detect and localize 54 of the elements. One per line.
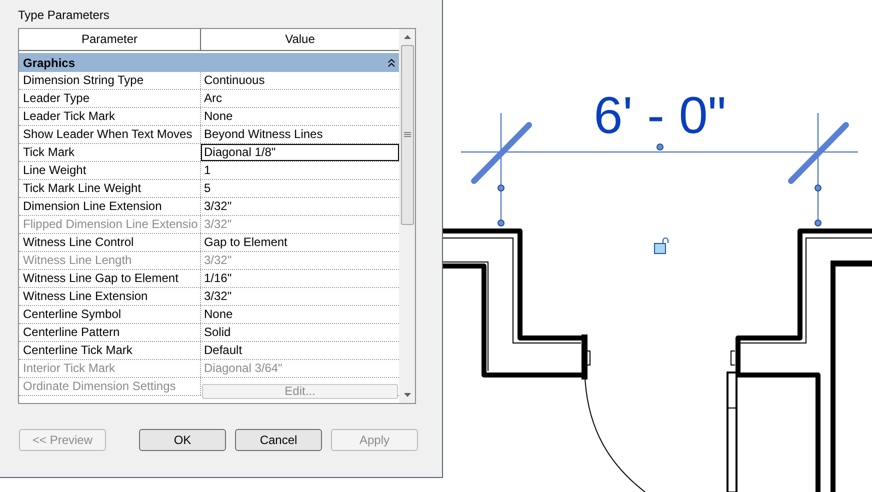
value-cell[interactable]: 1/16" [201, 270, 399, 287]
value-cell[interactable]: 5 [201, 180, 399, 197]
column-header[interactable]: Parameter [19, 29, 201, 50]
collapse-icon[interactable] [388, 58, 395, 66]
section-title: Type Parameters [18, 8, 110, 22]
parameter-cell: Ordinate Dimension Settings [19, 378, 201, 395]
parameter-cell: Tick Mark [19, 144, 201, 161]
parameter-cell: Dimension String Type [19, 72, 201, 89]
parameter-cell: Centerline Symbol [19, 306, 201, 323]
grip-handle[interactable] [814, 220, 822, 226]
scroll-thumb[interactable] [400, 45, 414, 225]
value-cell[interactable]: Diagonal 1/8" [201, 144, 399, 161]
parameter-cell: Flipped Dimension Line Extensio [19, 216, 201, 233]
value-cell[interactable]: Arc [201, 90, 399, 107]
lock-icon[interactable] [654, 238, 668, 254]
grip-handle[interactable] [656, 144, 664, 150]
parameter-cell: Interior Tick Mark [19, 360, 201, 377]
value-cell[interactable]: Gap to Element [201, 234, 399, 251]
group-header[interactable]: Graphics [19, 53, 399, 72]
grip-handle[interactable] [498, 184, 504, 192]
value-cell[interactable]: 3/32" [201, 198, 399, 215]
parameter-cell: Centerline Tick Mark [19, 342, 201, 359]
parameter-cell: Tick Mark Line Weight [19, 180, 201, 197]
scroll-up-icon[interactable] [404, 35, 410, 39]
grip-handle[interactable] [498, 220, 504, 226]
dialog-button[interactable]: Cancel [235, 429, 322, 451]
value-cell[interactable]: 1 [201, 162, 399, 179]
tick-mark [788, 122, 849, 184]
grip-handle[interactable] [814, 184, 822, 192]
value-cell[interactable]: None [201, 108, 399, 125]
value-cell[interactable]: 3/32" [201, 288, 399, 305]
parameter-cell: Show Leader When Text Moves [19, 126, 201, 143]
parameter-cell: Leader Type [19, 90, 201, 107]
grip-icon [404, 132, 410, 138]
scrollbar[interactable] [399, 29, 415, 403]
parameter-cell: Witness Line Gap to Element [19, 270, 201, 287]
value-cell[interactable]: Solid [201, 324, 399, 341]
value-cell[interactable]: Continuous [201, 72, 399, 89]
parameter-cell: Leader Tick Mark [19, 108, 201, 125]
parameter-cell: Line Weight [19, 162, 201, 179]
parameter-cell: Dimension Line Extension [19, 198, 201, 215]
value-cell[interactable]: None [201, 306, 399, 323]
dialog-button[interactable]: OK [139, 429, 226, 451]
tick-mark [471, 122, 532, 184]
column-header[interactable]: Value [201, 29, 399, 50]
parameter-cell: Centerline Pattern [19, 324, 201, 341]
parameter-cell: Witness Line Extension [19, 288, 201, 305]
scroll-down-icon[interactable] [404, 393, 410, 397]
parameter-cell: Witness Line Control [19, 234, 201, 251]
value-cell[interactable]: Beyond Witness Lines [201, 126, 399, 143]
parameter-cell: Witness Line Length [19, 252, 201, 269]
value-cell[interactable]: Default [201, 342, 399, 359]
dimension-text[interactable]: 6' - 0" [594, 87, 726, 145]
group-label: Graphics [23, 54, 76, 72]
